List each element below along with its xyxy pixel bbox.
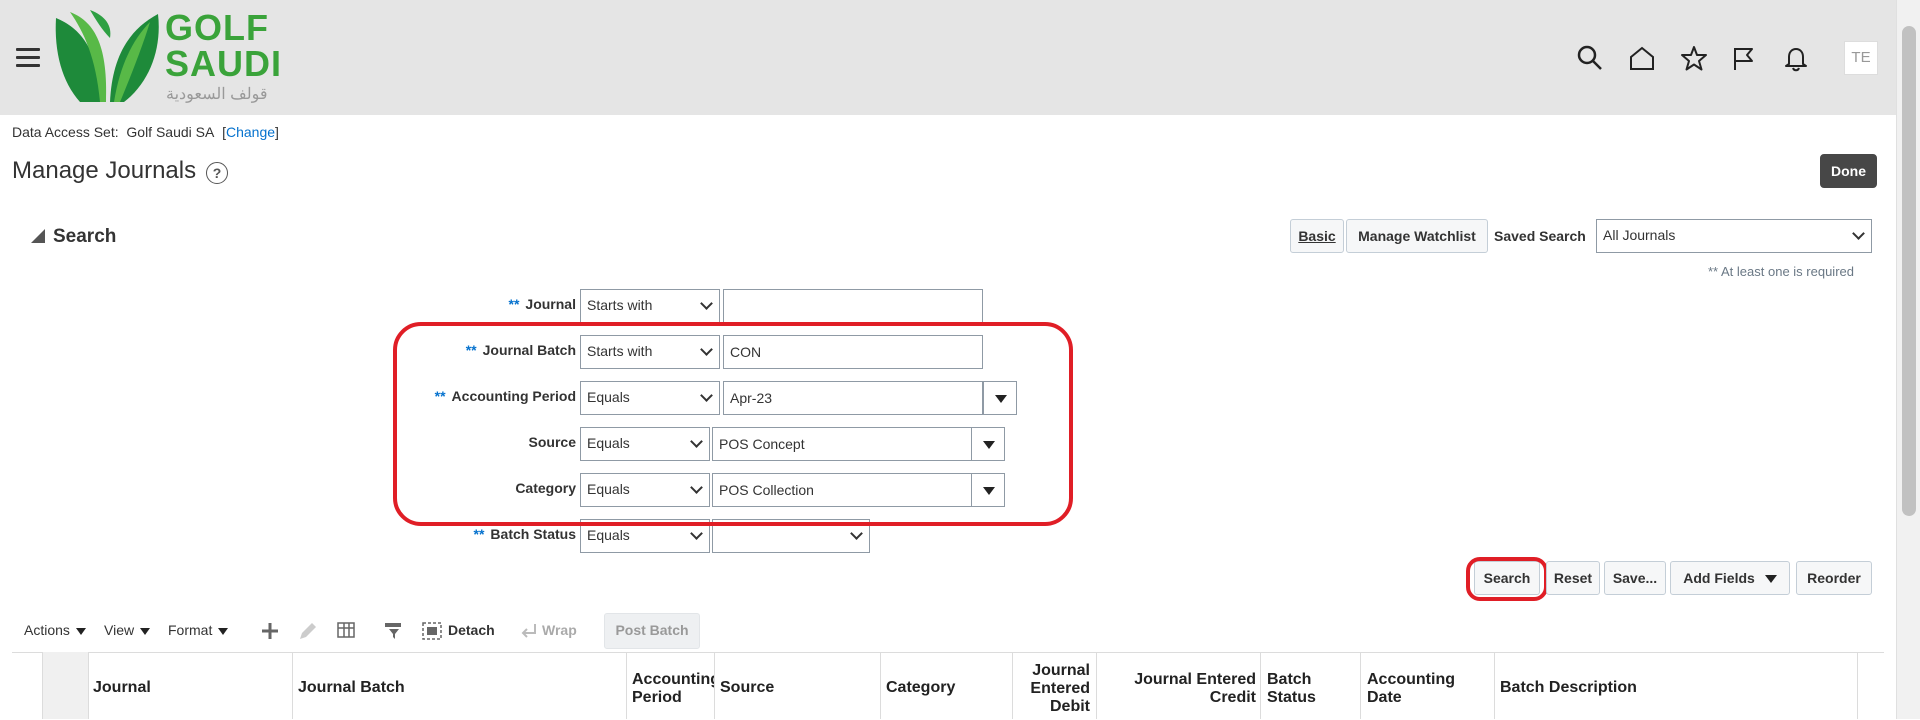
col-accounting-period[interactable]: Accounting Period xyxy=(632,671,714,707)
page-title: Manage Journals xyxy=(12,157,197,184)
app-header xyxy=(0,0,1896,115)
vertical-scrollbar[interactable] xyxy=(1896,0,1920,719)
query-by-example-icon[interactable] xyxy=(383,620,405,642)
required-note: ** At least one is required xyxy=(1708,264,1854,279)
watchlist-flag-icon[interactable] xyxy=(1730,44,1758,72)
favorites-star-icon[interactable] xyxy=(1680,44,1708,72)
chevron-down-icon xyxy=(700,297,713,310)
chevron-down-icon xyxy=(850,527,863,540)
manage-watchlist-button[interactable]: Manage Watchlist xyxy=(1346,219,1488,253)
notifications-bell-icon[interactable] xyxy=(1782,44,1810,72)
detach-button[interactable]: Detach xyxy=(448,622,495,638)
format-menu[interactable]: Format xyxy=(168,622,229,638)
golf-saudi-logo-icon[interactable] xyxy=(50,8,164,106)
col-accounting-date[interactable]: Accounting Date xyxy=(1367,671,1455,707)
col-journal-batch[interactable]: Journal Batch xyxy=(298,679,405,697)
col-batch-status[interactable]: Batch Status xyxy=(1267,671,1316,707)
wrap-button[interactable]: Wrap xyxy=(542,622,577,638)
col-journal-entered-credit[interactable]: Journal Entered Credit xyxy=(1100,671,1256,707)
col-source[interactable]: Source xyxy=(720,679,774,697)
logo-arabic-text: قولف السعودية xyxy=(166,86,268,103)
journal-label: ** Journal xyxy=(508,296,576,312)
journal-operator-select[interactable]: Starts with xyxy=(580,289,720,323)
home-icon[interactable] xyxy=(1628,44,1656,72)
logo-wordmark: GOLF SAUDI xyxy=(165,7,283,84)
dropdown-arrow-icon xyxy=(75,627,86,635)
data-access-set: Data Access Set: Golf Saudi SA [Change] xyxy=(12,124,279,140)
wrap-icon[interactable] xyxy=(518,620,540,642)
post-batch-button[interactable]: Post Batch xyxy=(604,613,700,649)
col-journal-entered-debit[interactable]: Journal Entered Debit xyxy=(1016,662,1090,716)
detach-icon[interactable] xyxy=(421,620,443,642)
save-button[interactable]: Save... xyxy=(1604,561,1666,595)
journal-input[interactable] xyxy=(723,289,983,323)
reset-button[interactable]: Reset xyxy=(1546,561,1600,595)
basic-button[interactable]: Basic xyxy=(1290,219,1344,253)
user-avatar[interactable]: TE xyxy=(1844,41,1878,75)
dropdown-arrow-icon xyxy=(1764,575,1777,584)
chevron-down-icon xyxy=(1852,227,1865,240)
change-data-access-link[interactable]: Change xyxy=(226,124,275,140)
add-fields-button[interactable]: Add Fields xyxy=(1670,561,1790,595)
highlight-annotation-fields xyxy=(393,322,1073,526)
actions-menu[interactable]: Actions xyxy=(24,622,86,638)
edit-pencil-icon[interactable] xyxy=(297,620,319,642)
collapse-triangle-icon[interactable] xyxy=(31,229,45,243)
done-button[interactable]: Done xyxy=(1820,154,1877,188)
search-section-heading: Search xyxy=(53,226,117,247)
chevron-down-icon xyxy=(690,527,703,540)
row-selector-column xyxy=(42,652,88,719)
freeze-columns-icon[interactable] xyxy=(335,620,357,642)
scrollbar-thumb[interactable] xyxy=(1902,26,1916,516)
add-row-icon[interactable] xyxy=(259,620,281,642)
col-category[interactable]: Category xyxy=(886,679,955,697)
hamburger-menu-icon[interactable] xyxy=(16,48,40,68)
search-icon[interactable] xyxy=(1576,44,1604,72)
saved-search-label: Saved Search xyxy=(1494,228,1586,244)
batch-status-label: ** Batch Status xyxy=(473,526,576,542)
view-menu[interactable]: View xyxy=(104,622,151,638)
saved-search-select[interactable]: All Journals xyxy=(1596,219,1872,253)
reorder-button[interactable]: Reorder xyxy=(1796,561,1872,595)
col-batch-description[interactable]: Batch Description xyxy=(1500,679,1637,697)
dropdown-arrow-icon xyxy=(140,627,151,635)
col-journal[interactable]: Journal xyxy=(93,679,151,697)
help-icon[interactable]: ? xyxy=(206,162,228,184)
highlight-annotation-search xyxy=(1466,557,1548,601)
dropdown-arrow-icon xyxy=(218,627,229,635)
